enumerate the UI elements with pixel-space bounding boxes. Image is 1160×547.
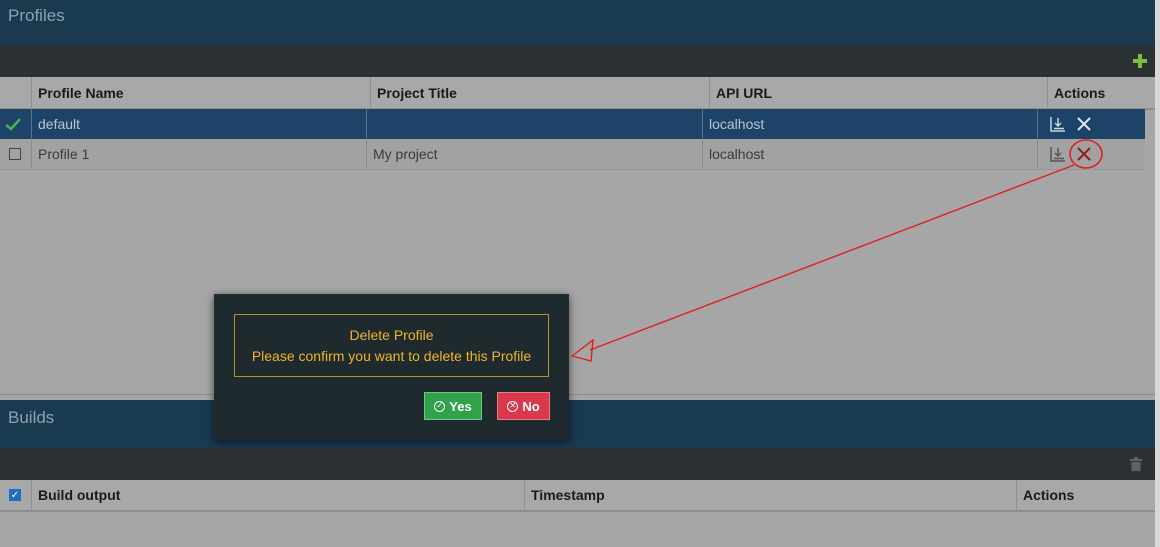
no-button[interactable]: ✕ No [497, 392, 550, 420]
table-row[interactable]: Profile 1 My project localhost [0, 139, 1145, 170]
column-header-actions: Actions [1016, 480, 1155, 510]
api-url-cell: localhost [702, 109, 1037, 139]
builds-grid-header: ✓ Build output Timestamp Actions [0, 480, 1155, 512]
project-title-cell [366, 109, 702, 139]
dialog-message: Please confirm you want to delete this P… [251, 348, 532, 364]
export-icon[interactable] [1050, 146, 1066, 162]
profile-name-cell: Profile 1 [31, 139, 366, 169]
yes-label: Yes [449, 398, 472, 414]
dialog-title: Delete Profile [349, 327, 434, 343]
row-checkbox[interactable] [9, 148, 21, 160]
yes-button[interactable]: ✓ Yes [424, 392, 482, 420]
export-icon[interactable] [1050, 116, 1066, 132]
profiles-grid-header: Profile Name Project Title API URL Actio… [0, 77, 1155, 110]
window-right-edge [1155, 0, 1160, 547]
close-icon[interactable] [1076, 146, 1092, 162]
profiles-title: Profiles [8, 6, 65, 25]
x-circle-icon: ✕ [507, 400, 519, 412]
no-label: No [522, 398, 540, 414]
profiles-toolbar [0, 45, 1155, 77]
builds-title: Builds [8, 408, 55, 427]
column-header-api-url[interactable]: API URL [709, 77, 1047, 108]
select-all-checkbox[interactable]: ✓ [9, 489, 21, 501]
profile-name-cell: default [31, 109, 366, 139]
close-icon[interactable] [1076, 116, 1092, 132]
api-url-cell: localhost [702, 139, 1037, 169]
builds-panel-header: Builds [0, 400, 1155, 448]
actions-cell [1037, 109, 1145, 139]
column-header-build-output[interactable]: Build output [31, 480, 524, 510]
column-header-project-title[interactable]: Project Title [370, 77, 709, 108]
confirm-delete-dialog: Delete Profile Please confirm you want t… [214, 294, 569, 440]
project-title-cell: My project [366, 139, 702, 169]
column-header-profile-name[interactable]: Profile Name [31, 77, 370, 108]
active-check-icon [5, 117, 21, 131]
profiles-panel-header: Profiles [0, 0, 1155, 45]
table-row[interactable]: default localhost [0, 109, 1145, 139]
plus-icon[interactable] [1133, 54, 1147, 68]
builds-toolbar [0, 448, 1155, 480]
check-circle-icon: ✓ [434, 400, 446, 412]
dialog-message-box: Delete Profile Please confirm you want t… [234, 314, 549, 377]
column-header-timestamp[interactable]: Timestamp [524, 480, 1016, 510]
profiles-empty-area [0, 170, 1155, 395]
actions-cell [1037, 139, 1145, 169]
column-header-actions: Actions [1047, 77, 1155, 108]
trash-icon[interactable] [1130, 457, 1142, 471]
